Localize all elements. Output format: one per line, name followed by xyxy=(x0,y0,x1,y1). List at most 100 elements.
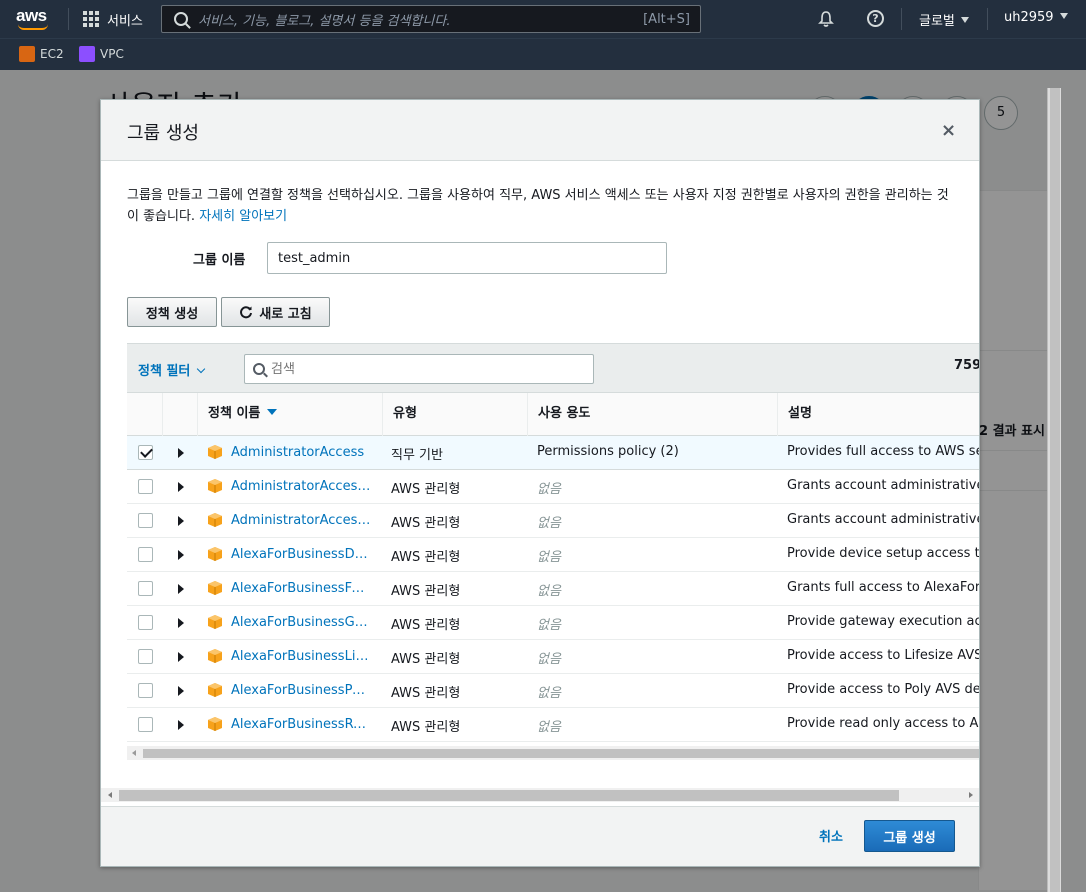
table-row[interactable]: AlexaForBusinessReadOnlyAccess AWS 관리형 없음 P… xyxy=(127,708,979,742)
expand-row-icon[interactable] xyxy=(178,652,184,662)
policy-usage: Permissions policy (2) xyxy=(537,444,679,459)
row-checkbox[interactable] xyxy=(138,615,153,630)
learn-more-link[interactable]: 자세히 알아보기 xyxy=(199,209,287,224)
policy-name-link[interactable]: AlexaForBusinessDeviceSetup xyxy=(231,547,371,562)
table-row[interactable]: AlexaForBusinessFullAccess AWS 관리형 없음 Grant… xyxy=(127,572,979,606)
favorite-vpc[interactable]: VPC xyxy=(79,46,124,62)
scrollbar-thumb[interactable] xyxy=(119,790,899,801)
table-horizontal-scrollbar[interactable] xyxy=(127,746,979,760)
modal-horizontal-scrollbar[interactable] xyxy=(101,788,979,802)
table-row[interactable]: AlexaForBusinessDeviceSetup AWS 관리형 없음 Prov… xyxy=(127,538,979,572)
table-row[interactable]: AdministratorAccess-AWSElasticBeanstalk A… xyxy=(127,504,980,538)
row-checkbox[interactable] xyxy=(138,479,153,494)
top-navigation-bar: aws 서비스 서비스, 기능, 블로그, 설명서 등을 검색합니다. [Alt… xyxy=(0,0,1086,38)
policy-type: 직무 기반 xyxy=(391,448,443,463)
group-name-input[interactable] xyxy=(267,242,667,274)
expand-row-icon[interactable] xyxy=(178,618,184,628)
row-checkbox[interactable] xyxy=(138,683,153,698)
row-checkbox[interactable] xyxy=(138,547,153,562)
policy-table: 정책 필터 759 정책 이름 유형 사용 용도 설명 Administrato… xyxy=(127,343,980,763)
policy-name-link[interactable]: AdministratorAccess-AWSElasticBeanstalk xyxy=(231,513,371,528)
row-checkbox[interactable] xyxy=(138,581,153,596)
row-checkbox[interactable] xyxy=(138,513,153,528)
grid-icon xyxy=(83,11,99,27)
table-row[interactable]: AlexaForBusinessGatewayExecution AWS 관리형 없… xyxy=(127,606,979,640)
policy-search-box[interactable] xyxy=(244,354,594,384)
modal-description: 그룹을 만들고 그룹에 연결할 정책을 선택하십시오. 그룹을 사용하여 직무,… xyxy=(127,185,957,227)
scroll-left-arrow-icon[interactable] xyxy=(132,750,136,756)
policy-cube-icon xyxy=(208,479,222,493)
cancel-button[interactable]: 취소 xyxy=(819,826,843,845)
aws-smile-icon xyxy=(18,24,48,30)
expand-row-icon[interactable] xyxy=(178,448,184,458)
expand-row-icon[interactable] xyxy=(178,686,184,696)
expand-row-icon[interactable] xyxy=(178,516,184,526)
favorite-ec2[interactable]: EC2 xyxy=(19,46,64,62)
help-icon[interactable]: ? xyxy=(867,10,884,27)
column-header-policy-name[interactable]: 정책 이름 xyxy=(197,393,382,436)
policy-usage: 없음 xyxy=(537,584,561,599)
policy-type: AWS 관리형 xyxy=(391,550,461,565)
column-header-description[interactable]: 설명 xyxy=(777,393,979,436)
table-row[interactable]: AlexaForBusinessLifesizeDelegatedAccessP… xyxy=(127,640,979,674)
policy-name-link[interactable]: AlexaForBusinessGatewayExecution xyxy=(231,615,371,630)
search-placeholder: 서비스, 기능, 블로그, 설명서 등을 검색합니다. xyxy=(198,13,451,29)
column-header-type[interactable]: 유형 xyxy=(382,393,527,436)
table-row[interactable]: AlexaForBusinessPolyDelegatedAccessPolic… xyxy=(127,674,980,708)
create-group-submit-button[interactable]: 그룹 생성 xyxy=(864,820,955,852)
policy-cube-icon xyxy=(208,581,222,595)
policy-name-link[interactable]: AlexaForBusinessReadOnlyAccess xyxy=(231,717,371,732)
column-label: 설명 xyxy=(788,406,812,421)
aws-logo[interactable]: aws xyxy=(16,6,52,34)
create-policy-button[interactable]: 정책 생성 xyxy=(127,297,217,327)
page-scrollbar[interactable] xyxy=(1047,88,1061,892)
row-checkbox[interactable] xyxy=(138,717,153,732)
column-header-usage[interactable]: 사용 용도 xyxy=(527,393,777,436)
policy-cube-icon xyxy=(208,683,222,697)
policy-search-input[interactable] xyxy=(271,361,571,377)
policy-type: AWS 관리형 xyxy=(391,516,461,531)
table-row[interactable]: AdministratorAccess 직무 기반 Permissions poli… xyxy=(127,436,979,470)
filter-label: 정책 필터 xyxy=(138,364,191,379)
scrollbar-thumb[interactable] xyxy=(1050,88,1060,892)
row-checkbox[interactable] xyxy=(138,649,153,664)
create-policy-label: 정책 생성 xyxy=(145,306,199,322)
policy-cube-icon xyxy=(208,547,222,561)
scrollbar-thumb[interactable] xyxy=(143,749,979,758)
expand-row-icon[interactable] xyxy=(178,550,184,560)
region-selector[interactable]: 글로벌 xyxy=(919,10,969,29)
global-search-box[interactable]: 서비스, 기능, 블로그, 설명서 등을 검색합니다. [Alt+S] xyxy=(161,5,701,33)
expand-row-icon[interactable] xyxy=(178,482,184,492)
scroll-right-arrow-icon[interactable] xyxy=(969,792,973,798)
notifications-bell-icon[interactable] xyxy=(817,10,835,28)
policy-cube-icon xyxy=(208,445,222,459)
policy-name-link[interactable]: AlexaForBusinessFullAccess xyxy=(231,581,371,596)
row-checkbox[interactable] xyxy=(138,445,153,460)
table-row[interactable]: AdministratorAccess-Amplify AWS 관리형 없음 Gran… xyxy=(127,470,980,504)
account-menu[interactable]: uh2959 xyxy=(1004,10,1068,25)
policy-description: Grants account administrative permission… xyxy=(787,478,980,493)
expand-row-icon[interactable] xyxy=(178,584,184,594)
ec2-service-icon xyxy=(19,46,35,62)
policy-usage: 없음 xyxy=(537,482,561,497)
expand-column-header xyxy=(162,393,197,436)
region-label: 글로벌 xyxy=(919,14,955,29)
policy-name-link[interactable]: AdministratorAccess xyxy=(231,445,371,460)
policy-name-link[interactable]: AlexaForBusinessPolyDelegatedAccessPolic… xyxy=(231,683,371,698)
expand-row-icon[interactable] xyxy=(178,720,184,730)
policy-name-link[interactable]: AdministratorAccess-Amplify xyxy=(231,479,371,494)
policy-usage: 없음 xyxy=(537,516,561,531)
policy-filter-dropdown[interactable]: 정책 필터 xyxy=(138,360,206,379)
services-menu-button[interactable]: 서비스 xyxy=(83,8,143,30)
select-column-header xyxy=(127,393,162,436)
refresh-button[interactable]: 새로 고침 xyxy=(221,297,330,327)
policy-description: Provide access to Poly AVS devices xyxy=(787,682,980,697)
favorite-label: EC2 xyxy=(40,47,64,61)
policy-usage: 없음 xyxy=(537,550,561,565)
policy-name-link[interactable]: AlexaForBusinessLifesizeDelegatedAccessP… xyxy=(231,649,371,664)
close-icon[interactable]: × xyxy=(941,122,956,140)
policy-description: Grants account administrative permission… xyxy=(787,512,980,527)
scroll-left-arrow-icon[interactable] xyxy=(108,792,112,798)
policy-description: Provides full access to AWS services and… xyxy=(787,444,979,459)
policy-type: AWS 관리형 xyxy=(391,686,461,701)
